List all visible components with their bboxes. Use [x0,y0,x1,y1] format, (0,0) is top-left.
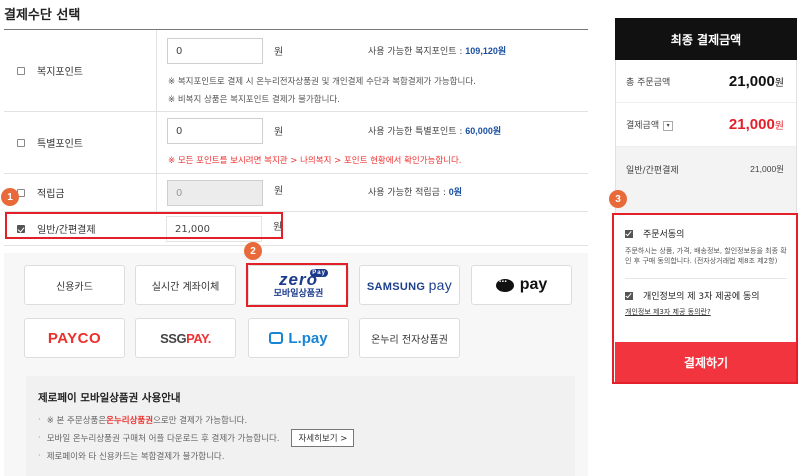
welfare-available: 사용 가능한 복지포인트 : 109,120원 [368,46,507,57]
pay-amount-value: 21,000원 [728,116,784,133]
ssgpay-logo: SSGPAY. [160,330,211,346]
samsung-pay-button[interactable]: SAMSUNG pay [359,265,460,305]
onnuri-button[interactable]: 온누리 전자상품권 [359,318,460,358]
special-available: 사용 가능한 특별포인트 : 60,000원 [368,126,502,137]
reserve-won-unit: 원 [274,186,284,197]
naver-pay-button[interactable]: pay [471,265,572,305]
lpay-icon [269,332,284,344]
reserve-available: 사용 가능한 적립금 : 0원 [368,187,463,198]
summary-box: 총 주문금액 21,000원 결제금액 ▾ 21,000원 일반/간편결제 21,… [615,60,797,234]
welfare-note-1: ※ 복지포인트로 결제 시 온누리전자상품권 및 개인결제 수단과 복합결제가 … [168,77,476,87]
special-point-label: 특별포인트 [37,139,83,150]
order-amount-row: 총 주문금액 21,000원 [616,60,796,103]
special-won-unit: 원 [274,127,284,138]
highlight-box-1 [5,212,283,239]
welfare-point-row: 복지포인트 0 원 사용 가능한 복지포인트 : 109,120원 ※ 복지포인… [4,30,588,112]
pay-amount-label: 결제금액 ▾ [626,118,674,131]
marker-3: 3 [609,190,627,208]
marker-2: 2 [244,242,262,260]
welfare-available-value: 109,120원 [465,46,507,56]
info-line-1: · ※ 본 주문상품은 온누리상품권 으로만 결제가 가능합니다. [38,415,248,426]
general-pay-summary-row: 일반/간편결제 21,000원 [616,147,796,191]
more-info-button[interactable]: 자세히보기 > [291,429,355,447]
reserve-label: 적립금 [37,189,65,200]
order-amount-label: 총 주문금액 [626,77,671,88]
special-point-checkbox[interactable] [17,138,25,147]
payco-button[interactable]: PAYCO [24,318,125,358]
reserve-input: 0 [167,180,263,206]
special-point-input[interactable]: 0 [167,118,263,144]
final-payment-panel: 최종 결제금액 총 주문금액 21,000원 결제금액 ▾ 21,000원 일반/… [615,18,797,234]
special-note: ※ 모든 포인트를 보시려면 복지관 > 나의복지 > 포인트 현황에서 확인가… [168,156,462,166]
special-point-label-cell[interactable]: 특별포인트 [4,112,154,173]
credit-card-button[interactable]: 신용카드 [24,265,125,305]
final-amount-title: 최종 결제금액 [615,18,797,60]
pay-amount-row: 결제금액 ▾ 21,000원 [616,103,796,147]
welfare-note-2: ※ 비복지 상품은 복지포인트 결제가 불가합니다. [168,95,340,105]
payment-method-section: 결제수단 선택 복지포인트 0 원 사용 가능한 복지포인트 : 109,120… [0,0,590,476]
naver-pay-logo: pay [495,274,547,294]
lpay-logo: L.pay [269,330,328,347]
general-pay-summary-value: 21,000원 [750,164,784,174]
reserve-label-cell[interactable]: 적립금 [4,174,154,211]
highlight-box-3 [612,213,798,384]
welfare-point-checkbox[interactable] [17,66,25,75]
reserve-available-value: 0원 [448,187,463,197]
order-amount-value: 21,000원 [728,72,784,90]
speech-bubble-icon [495,274,514,292]
welfare-won-unit: 원 [274,47,284,58]
info-line-3: · 제로페이와 타 신용카드는 복합결제가 불가합니다. [38,451,225,462]
section-title: 결제수단 선택 [4,8,81,23]
zeropay-info-box: 제로페이 모바일상품권 사용안내 · ※ 본 주문상품은 온누리상품권 으로만 결… [26,376,575,476]
highlight-box-2 [246,263,348,307]
reserve-row: 적립금 0 원 사용 가능한 적립금 : 0원 [4,174,588,212]
ssgpay-button[interactable]: SSGPAY. [135,318,236,358]
chevron-down-icon[interactable]: ▾ [663,120,674,131]
marker-1: 1 [1,188,19,206]
info-line-2: · 모바일 온누리상품권 구매처 어플 다운로드 후 결제가 가능합니다. 자세히… [38,429,563,447]
special-available-value: 60,000원 [465,126,502,136]
welfare-point-input[interactable]: 0 [167,38,263,64]
payco-logo: PAYCO [47,329,102,347]
lpay-button[interactable]: L.pay [248,318,349,358]
special-point-row: 특별포인트 0 원 사용 가능한 특별포인트 : 60,000원 ※ 모든 포인… [4,112,588,174]
realtime-transfer-button[interactable]: 실시간 계좌이체 [135,265,236,305]
welfare-point-label-cell[interactable]: 복지포인트 [4,30,154,111]
welfare-point-label: 복지포인트 [37,67,83,78]
info-title: 제로페이 모바일상품권 사용안내 [38,392,181,404]
general-pay-summary-label: 일반/간편결제 [626,165,679,176]
samsung-pay-logo: SAMSUNG pay [366,277,453,293]
